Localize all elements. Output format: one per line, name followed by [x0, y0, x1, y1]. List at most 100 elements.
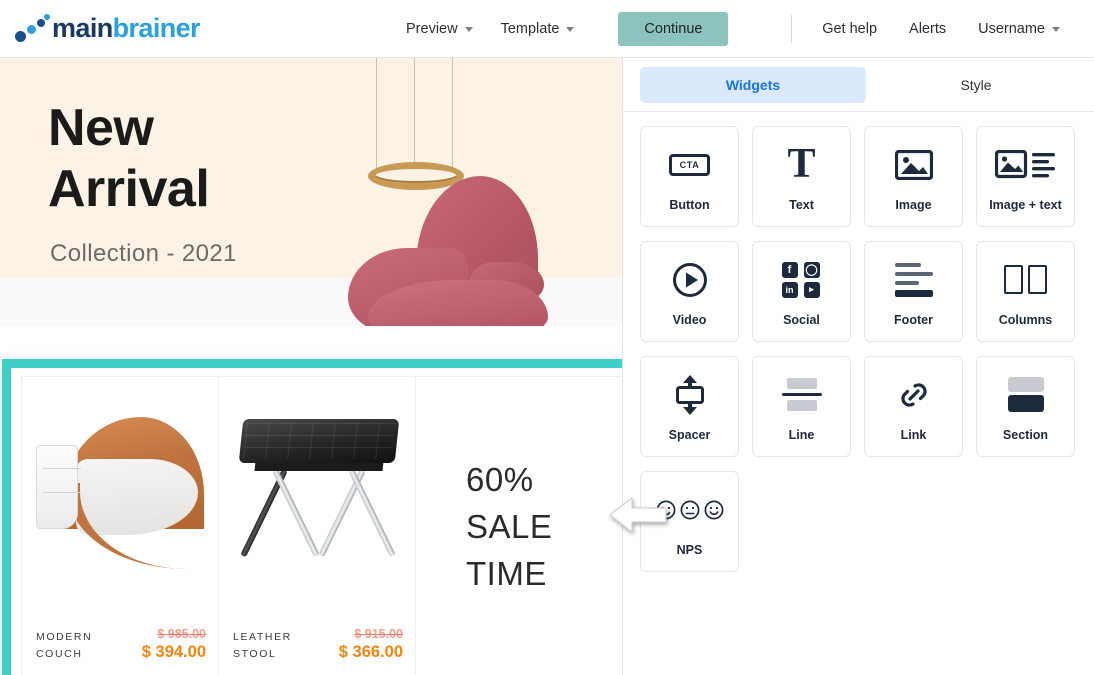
panel-tab-bar: Widgets Style — [623, 58, 1094, 112]
cta-button-icon: CTA — [668, 142, 711, 188]
widget-columns-label: Columns — [998, 312, 1053, 327]
product-prices-stool: $ 915.00 $ 366.00 — [339, 627, 403, 662]
hero-title: New Arrival — [48, 98, 210, 220]
widgets-grid: CTA Button T Text Image Image + text Vid… — [623, 112, 1094, 572]
linkedin-icon: in — [781, 281, 798, 298]
neutral-face-icon — [680, 500, 699, 519]
sale-text-column[interactable]: 60% SALE TIME — [416, 377, 622, 675]
nav-item-template[interactable]: Template — [487, 21, 589, 37]
product-name-couch-line2: COUCH — [36, 647, 83, 660]
nav-item-preview-label: Preview — [406, 21, 458, 37]
logo-text: mainbrainer — [52, 13, 201, 44]
widget-social[interactable]: f ◯ in ▸ Social — [752, 241, 851, 342]
nav-item-template-label: Template — [500, 21, 560, 37]
hero-banner-block[interactable]: New Arrival Collection - 2021 — [0, 58, 622, 326]
widget-button-label: Button — [669, 197, 710, 212]
chevron-down-icon — [464, 26, 473, 32]
instagram-icon: ◯ — [803, 261, 820, 278]
widget-section[interactable]: Section — [976, 356, 1075, 457]
widget-video-label: Video — [672, 312, 707, 327]
product-name-stool-line2: STOOL — [233, 647, 277, 660]
product-column-couch[interactable]: MODERN COUCH $ 985.00 $ 394.00 — [22, 377, 219, 675]
twitter-icon: ▸ — [803, 281, 820, 298]
logo-text-secondary: brainer — [112, 13, 201, 43]
nav-item-username-label: Username — [978, 21, 1045, 37]
widget-columns[interactable]: Columns — [976, 241, 1075, 342]
nav-item-alerts-label: Alerts — [909, 21, 947, 37]
tab-widgets[interactable]: Widgets — [640, 66, 866, 103]
nav-item-preview[interactable]: Preview — [392, 21, 487, 37]
product-name-couch: MODERN COUCH — [36, 629, 92, 662]
primary-nav: Preview Template Continue — [392, 0, 729, 58]
section-blocks-icon — [1007, 372, 1044, 418]
product-new-price-stool: $ 366.00 — [338, 643, 403, 661]
product-name-stool: LEATHER STOOL — [233, 629, 292, 662]
widget-video[interactable]: Video — [640, 241, 739, 342]
armchair-illustration — [348, 176, 592, 326]
sale-line-sale: SALE — [466, 508, 553, 546]
left-arrow-pointer — [609, 497, 667, 533]
logo-text-primary: main — [52, 13, 113, 43]
nav-divider — [791, 15, 793, 43]
top-navigation-bar: mainbrainer Preview Template Continue Ge… — [0, 0, 1094, 58]
hero-subtitle: Collection - 2021 — [50, 240, 237, 267]
sale-line-percent: 60% — [466, 461, 534, 499]
product-old-price-stool: $ 915.00 — [354, 627, 403, 641]
happy-face-icon — [704, 500, 723, 519]
widget-text[interactable]: T Text — [752, 126, 851, 227]
product-name-stool-line1: LEATHER — [233, 631, 292, 644]
widget-text-label: Text — [789, 197, 814, 212]
divider-line-icon — [781, 372, 822, 418]
play-circle-icon — [672, 257, 708, 303]
widget-footer-label: Footer — [894, 312, 933, 327]
chain-link-icon — [896, 372, 932, 418]
app-logo[interactable]: mainbrainer — [14, 13, 201, 44]
widget-image[interactable]: Image — [864, 126, 963, 227]
hero-title-line1: New — [48, 99, 154, 157]
widget-footer[interactable]: Footer — [864, 241, 963, 342]
nav-item-alerts[interactable]: Alerts — [893, 21, 962, 37]
widget-spacer-label: Spacer — [668, 427, 711, 442]
email-canvas[interactable]: New Arrival Collection - 2021 MODERN COU… — [0, 58, 622, 675]
image-text-icon — [994, 142, 1057, 188]
widget-image-text[interactable]: Image + text — [976, 126, 1075, 227]
widget-image-label: Image — [895, 197, 932, 212]
selected-section-block[interactable]: MODERN COUCH $ 985.00 $ 394.00 LEATHER S… — [2, 359, 622, 675]
product-new-price-couch: $ 394.00 — [141, 643, 206, 661]
nav-item-get-help[interactable]: Get help — [806, 21, 893, 37]
nav-item-username[interactable]: Username — [962, 21, 1076, 37]
hero-title-line2: Arrival — [48, 159, 210, 218]
logo-dots-icon — [14, 13, 50, 44]
chevron-down-icon — [566, 26, 575, 32]
sale-line-time: TIME — [466, 554, 547, 592]
widgets-panel: Widgets Style CTA Button T Text Image Im… — [623, 58, 1094, 675]
widget-link[interactable]: Link — [864, 356, 963, 457]
pendant-lamp-cords — [372, 58, 458, 170]
columns-icon — [1004, 257, 1047, 303]
chevron-down-icon — [1052, 26, 1060, 32]
widget-line[interactable]: Line — [752, 356, 851, 457]
product-name-couch-line1: MODERN — [36, 631, 93, 644]
widget-nps-label: NPS — [676, 542, 703, 557]
product-column-stool[interactable]: LEATHER STOOL $ 915.00 $ 366.00 — [219, 377, 416, 675]
product-meta-couch: MODERN COUCH $ 985.00 $ 394.00 — [36, 627, 206, 662]
widget-spacer[interactable]: Spacer — [640, 356, 739, 457]
widget-image-text-label: Image + text — [989, 197, 1062, 212]
facebook-icon: f — [781, 261, 798, 278]
product-prices-couch: $ 985.00 $ 394.00 — [142, 627, 206, 662]
product-image-couch — [22, 387, 219, 572]
tab-style[interactable]: Style — [876, 67, 1076, 103]
footer-lines-icon — [894, 257, 933, 303]
image-icon — [894, 142, 933, 188]
widget-link-label: Link — [900, 427, 927, 442]
product-card[interactable]: MODERN COUCH $ 985.00 $ 394.00 LEATHER S… — [21, 376, 622, 675]
continue-button[interactable]: Continue — [618, 12, 729, 46]
product-old-price-couch: $ 985.00 — [157, 627, 206, 641]
widget-button[interactable]: CTA Button — [640, 126, 739, 227]
product-image-stool — [219, 387, 416, 572]
widget-line-label: Line — [788, 427, 815, 442]
product-meta-stool: LEATHER STOOL $ 915.00 $ 366.00 — [233, 627, 403, 662]
widget-social-label: Social — [783, 312, 820, 327]
widget-section-label: Section — [1002, 427, 1049, 442]
nav-item-get-help-label: Get help — [822, 21, 878, 37]
